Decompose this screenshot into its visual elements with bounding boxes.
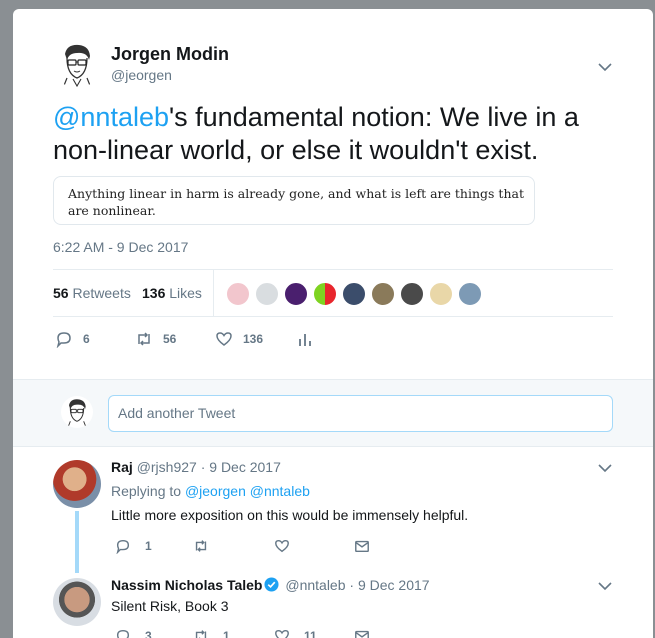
like-button[interactable]: 11	[274, 628, 317, 638]
quote-image-card[interactable]: Anything linear in harm is already gone,…	[53, 176, 535, 225]
tweet-modal: Jorgen Modin @jeorgen @nntaleb's fundame…	[13, 9, 653, 638]
reply-date[interactable]: · 9 Dec 2017	[349, 577, 429, 593]
retweets-count: 56	[53, 285, 69, 301]
stats-divider	[213, 270, 214, 317]
reply-author-avatar[interactable]	[53, 578, 101, 626]
reply-author-name[interactable]: Nassim Nicholas Taleb	[111, 577, 262, 593]
reply-count: 6	[83, 332, 90, 346]
retweet-count: 56	[163, 332, 177, 346]
reply-button[interactable]: 1	[115, 538, 152, 554]
main-tweet: Jorgen Modin @jeorgen @nntaleb's fundame…	[13, 9, 653, 379]
reply-count: 1	[145, 539, 152, 553]
retweet-icon	[195, 540, 207, 552]
direct-message-button[interactable]	[354, 628, 384, 638]
add-tweet-input[interactable]: Add another Tweet	[108, 395, 613, 432]
reply-actions: 1	[111, 538, 411, 558]
verified-badge-icon	[264, 577, 279, 592]
envelope-icon	[355, 630, 369, 638]
reply-header: Nassim Nicholas Taleb @nntaleb · 9 Dec 2…	[111, 577, 430, 593]
reply-tweet[interactable]: Nassim Nicholas Taleb @nntaleb · 9 Dec 2…	[13, 565, 653, 638]
like-count: 11	[304, 629, 317, 638]
likes-count: 136	[142, 285, 166, 301]
reply-header: Raj @rjsh927 · 9 Dec 2017	[111, 459, 281, 475]
retweets-stat[interactable]: 56 Retweets	[53, 285, 131, 301]
envelope-icon	[355, 540, 369, 553]
reply-date[interactable]: · 9 Dec 2017	[201, 459, 281, 475]
reply-actions: 3 1 11	[111, 628, 411, 638]
reply-text: Silent Risk, Book 3	[111, 598, 229, 614]
liker-avatar[interactable]	[370, 281, 396, 307]
retweet-icon	[195, 630, 207, 638]
retweets-label: Retweets	[72, 285, 131, 301]
user-avatar[interactable]	[61, 396, 93, 428]
mention-link[interactable]: @nntaleb	[53, 102, 169, 132]
retweet-button[interactable]: 56	[135, 327, 176, 351]
like-count: 136	[243, 332, 264, 346]
retweet-count: 1	[223, 629, 230, 638]
retweet-button[interactable]	[193, 538, 223, 554]
reply-tweet[interactable]: Raj @rjsh927 · 9 Dec 2017 Replying to @j…	[13, 447, 653, 577]
reply-composer: Add another Tweet	[13, 379, 653, 447]
liker-avatar[interactable]	[341, 281, 367, 307]
analytics-icon	[299, 334, 311, 346]
reply-author-handle[interactable]: @rjsh927	[137, 459, 197, 475]
liker-avatar[interactable]	[283, 281, 309, 307]
chevron-down-icon[interactable]	[597, 578, 613, 594]
reply-icon	[56, 332, 71, 348]
replying-to: Replying to @jeorgen @nntaleb	[111, 483, 310, 499]
reply-text: Little more exposition on this would be …	[111, 507, 469, 523]
liker-avatar[interactable]	[428, 281, 454, 307]
reply-button[interactable]: 6	[55, 327, 90, 351]
reply-icon	[116, 539, 130, 554]
chevron-down-icon[interactable]	[597, 460, 613, 476]
liker-avatar[interactable]	[457, 281, 483, 307]
reply-button[interactable]: 3	[115, 628, 152, 638]
reply-author-handle[interactable]: @nntaleb	[285, 577, 345, 593]
likes-stat[interactable]: 136 Likes	[142, 285, 202, 301]
tweet-stats: 56 Retweets 136 Likes	[53, 269, 613, 317]
reply-author-name[interactable]: Raj	[111, 459, 133, 475]
reply-count: 3	[145, 629, 152, 638]
heart-icon	[216, 332, 232, 346]
mention-link[interactable]: @jeorgen	[185, 483, 246, 499]
mention-link[interactable]: @nntaleb	[250, 483, 310, 499]
retweet-button[interactable]: 1	[193, 628, 230, 638]
tweet-actions: 6 56 136	[53, 327, 613, 351]
analytics-button[interactable]	[296, 327, 324, 351]
tweet-text: @nntaleb's fundamental notion: We live i…	[53, 101, 623, 167]
like-button[interactable]	[274, 538, 304, 554]
heart-icon	[275, 539, 289, 553]
liker-avatar[interactable]	[312, 281, 338, 307]
like-button[interactable]: 136	[215, 327, 263, 351]
author-handle[interactable]: @jeorgen	[111, 67, 172, 83]
reply-icon	[116, 629, 130, 638]
tweet-timestamp[interactable]: 6:22 AM - 9 Dec 2017	[53, 239, 188, 255]
retweet-icon	[138, 332, 150, 346]
author-avatar[interactable]	[53, 40, 101, 88]
direct-message-button[interactable]	[354, 538, 384, 554]
reply-author-avatar[interactable]	[53, 460, 101, 508]
likes-label: Likes	[169, 285, 202, 301]
liker-avatar[interactable]	[254, 281, 280, 307]
heart-icon	[275, 629, 289, 638]
liker-avatar[interactable]	[225, 281, 251, 307]
replying-to-label: Replying to	[111, 483, 182, 499]
chevron-down-icon[interactable]	[597, 59, 613, 75]
liker-avatar[interactable]	[399, 281, 425, 307]
author-name[interactable]: Jorgen Modin	[111, 44, 229, 65]
